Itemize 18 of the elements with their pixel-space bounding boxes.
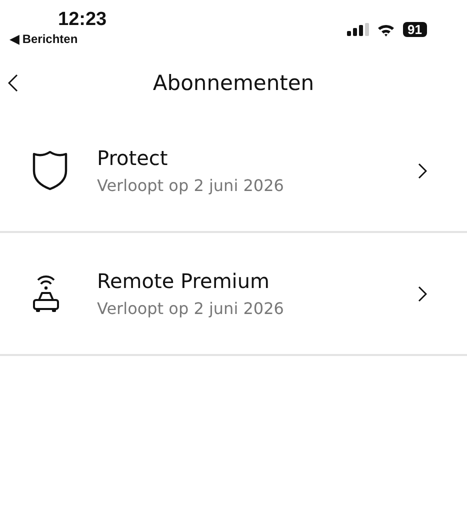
chevron-right-icon xyxy=(418,162,427,178)
shield-icon xyxy=(32,150,68,190)
back-to-app-link[interactable]: ◀ Berichten xyxy=(10,32,78,46)
battery-level: 91 xyxy=(402,22,427,37)
status-time: 12:23 xyxy=(58,9,107,31)
chevron-left-icon xyxy=(8,74,18,92)
subscription-row[interactable]: Protect Verloopt op 2 juni 2026 xyxy=(0,110,467,233)
expiry-date: Verloopt op 2 juni 2026 xyxy=(97,299,285,318)
subscription-title: Protect xyxy=(97,146,169,170)
subscription-title: Remote Premium xyxy=(97,269,271,293)
chevron-right-icon xyxy=(418,286,427,302)
signal-icon xyxy=(346,23,369,36)
remote-car-icon xyxy=(32,274,60,314)
page-title: Abonnementen xyxy=(152,70,314,94)
wifi-icon xyxy=(376,22,395,36)
back-button[interactable] xyxy=(6,72,20,94)
subscription-row[interactable]: Remote Premium Verloopt op 2 juni 2026 xyxy=(0,233,467,356)
expiry-date: Verloopt op 2 juni 2026 xyxy=(97,176,285,195)
